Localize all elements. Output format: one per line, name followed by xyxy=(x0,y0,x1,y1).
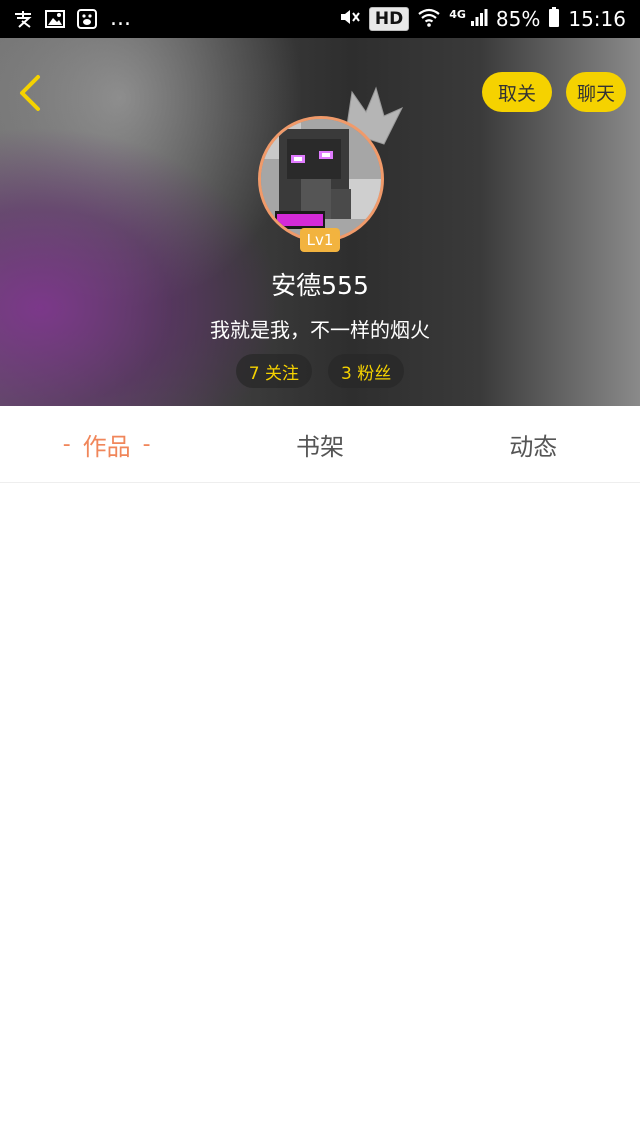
tab-activity[interactable]: 动态 xyxy=(427,406,640,482)
followers-count-button[interactable]: 3 粉丝 xyxy=(328,354,405,388)
tab-bookshelf-label: 书架 xyxy=(295,432,344,461)
tab-works[interactable]: - 作品 - xyxy=(0,406,213,482)
alipay-icon xyxy=(12,9,34,29)
unfollow-button[interactable]: 取关 xyxy=(482,72,552,112)
active-tab-decoration-left: - xyxy=(62,431,71,457)
stats-row: 7 关注 3 粉丝 xyxy=(0,354,640,388)
level-badge: Lv1 xyxy=(300,228,340,252)
profile-header: 取关 聊天 Lv1 安德555 我就是我，不一样的烟火 7 关注 3 粉丝 xyxy=(0,38,640,406)
baidu-icon xyxy=(76,9,98,29)
active-tab-decoration-right: - xyxy=(142,431,151,457)
username: 安德555 xyxy=(271,271,369,300)
clock: 15:16 xyxy=(568,7,626,31)
profile-tabs: - 作品 - 书架 动态 xyxy=(0,406,640,483)
user-bio: 我就是我，不一样的烟火 xyxy=(210,318,430,342)
signal-icon xyxy=(470,7,488,31)
image-icon xyxy=(44,9,66,29)
chevron-left-icon[interactable] xyxy=(14,74,46,112)
following-count-button[interactable]: 7 关注 xyxy=(235,354,312,388)
battery-icon xyxy=(548,6,560,32)
network-type: 4G xyxy=(449,7,466,21)
tab-works-label: 作品 xyxy=(82,432,131,461)
chat-button[interactable]: 聊天 xyxy=(566,72,626,112)
more-notifications: ... xyxy=(110,6,131,31)
status-bar: ... HD 4G 85% 15:16 xyxy=(0,0,640,38)
tab-bookshelf[interactable]: 书架 xyxy=(213,406,426,482)
wifi-icon xyxy=(417,7,441,32)
battery-percent: 85% xyxy=(495,7,541,31)
works-content-area xyxy=(0,483,640,1138)
mute-icon xyxy=(339,7,361,32)
avatar[interactable] xyxy=(258,116,384,242)
hd-badge: HD xyxy=(368,7,410,31)
tab-activity-label: 动态 xyxy=(509,432,558,461)
